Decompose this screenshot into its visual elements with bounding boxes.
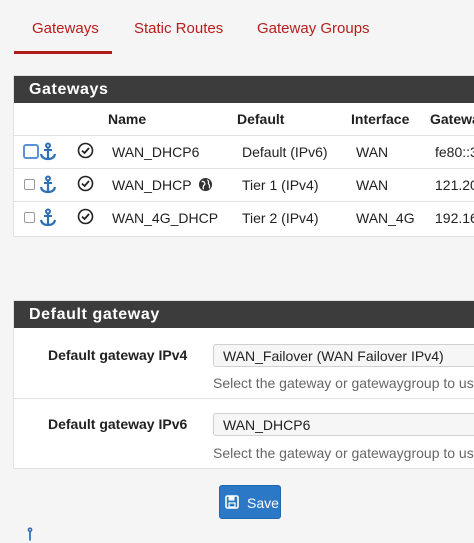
save-button[interactable]: Save — [219, 485, 281, 519]
default-gateway-ipv4-select[interactable]: WAN_Failover (WAN Failover IPv4) — [213, 344, 474, 367]
table-row[interactable]: WAN_4G_DHCP Tier 2 (IPv4) WAN_4G 192.16 — [14, 201, 474, 235]
save-icon — [225, 495, 239, 509]
gateway-default: Tier 2 (IPv4) — [242, 210, 319, 226]
ipv4-help-text: Select the gateway or gatewaygroup to us… — [213, 375, 474, 391]
row-checkbox[interactable] — [23, 144, 39, 159]
gateways-panel: Gateways Name Default Interface Gatewa W… — [13, 75, 474, 237]
gateway-address: 192.16 — [435, 210, 474, 226]
row-checkbox[interactable] — [24, 179, 35, 190]
gateway-name: WAN_4G_DHCP — [112, 210, 219, 226]
gateway-interface: WAN — [356, 144, 389, 160]
gateway-address: 121.20 — [435, 177, 474, 193]
gateway-interface: WAN — [356, 177, 389, 193]
save-button-label: Save — [247, 495, 279, 511]
column-header-default: Default — [237, 111, 285, 127]
globe-icon — [199, 177, 213, 192]
gateway-address: fe80::3 — [435, 144, 474, 160]
default-gateway-panel: Default gateway Default gateway IPv4 WAN… — [13, 300, 474, 469]
anchor-icon[interactable] — [38, 175, 58, 195]
row-checkbox[interactable] — [24, 212, 35, 223]
tab-gateway-groups[interactable]: Gateway Groups — [257, 20, 370, 37]
gateways-table: Name Default Interface Gatewa WAN_DHCP6 … — [14, 103, 474, 236]
column-header-name: Name — [108, 111, 147, 127]
ipv4-label: Default gateway IPv4 — [48, 347, 188, 363]
gateway-interface: WAN_4G — [356, 210, 415, 226]
tab-static-routes[interactable]: Static Routes — [134, 20, 223, 37]
tab-gateways[interactable]: Gateways — [32, 20, 99, 37]
table-row[interactable]: WAN_DHCP Tier 1 (IPv4) WAN 121.20 — [14, 168, 474, 202]
gateway-name: WAN_DHCP6 — [112, 144, 200, 160]
gateways-panel-title: Gateways — [14, 76, 474, 103]
column-header-interface: Interface — [351, 111, 410, 127]
anchor-icon[interactable] — [22, 527, 38, 543]
gateway-name-cell: WAN_DHCP — [112, 177, 213, 193]
anchor-icon[interactable] — [38, 142, 58, 162]
gateway-name: WAN_DHCP — [112, 177, 192, 193]
active-tab-indicator — [14, 51, 112, 54]
table-row[interactable]: WAN_DHCP6 Default (IPv6) WAN fe80::3 — [14, 135, 474, 169]
check-circle-icon — [77, 208, 94, 225]
default-gateway-panel-title: Default gateway — [14, 301, 474, 328]
column-header-gateway: Gatewa — [430, 111, 474, 127]
check-circle-icon — [77, 175, 94, 192]
ipv6-label: Default gateway IPv6 — [48, 416, 188, 432]
gateway-default: Default (IPv6) — [242, 144, 328, 160]
form-row-ipv4: Default gateway IPv4 WAN_Failover (WAN F… — [14, 328, 474, 398]
default-gateway-ipv6-select[interactable]: WAN_DHCP6 — [213, 413, 474, 436]
ipv6-help-text: Select the gateway or gatewaygroup to us… — [213, 445, 474, 461]
anchor-icon[interactable] — [38, 208, 58, 228]
tab-bar: Gateways Static Routes Gateway Groups — [0, 0, 474, 56]
form-row-ipv6: Default gateway IPv6 WAN_DHCP6 Select th… — [14, 398, 474, 468]
check-circle-icon — [77, 142, 94, 159]
gateway-default: Tier 1 (IPv4) — [242, 177, 319, 193]
